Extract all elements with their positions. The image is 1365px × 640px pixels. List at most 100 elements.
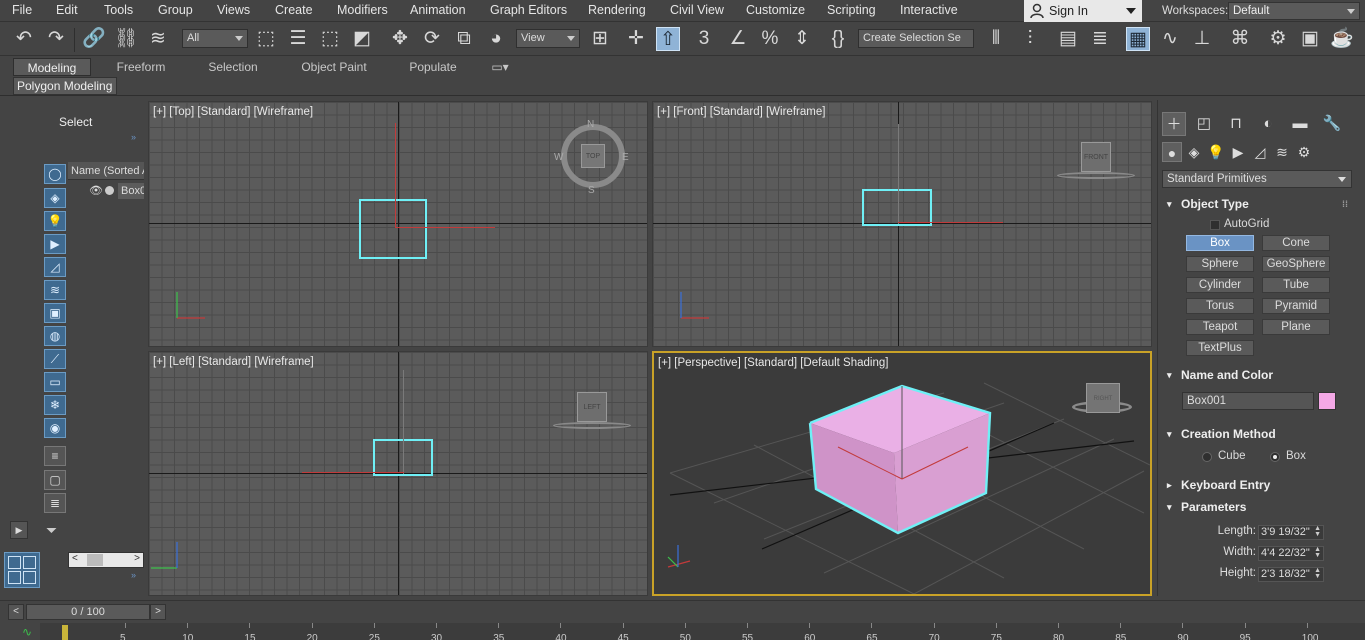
display-lights-icon[interactable]: 💡 [44, 211, 66, 231]
menu-rendering[interactable]: Rendering [588, 3, 646, 17]
rectangular-selection-icon[interactable]: ⬚ [318, 27, 342, 51]
viewport-perspective-label[interactable]: [+] [Perspective] [Standard] [Default Sh… [658, 357, 888, 369]
edit-named-selection-icon[interactable]: {} [826, 27, 850, 51]
parameters-rollout-header[interactable]: ▾ Parameters [1162, 498, 1352, 516]
move-icon[interactable]: ✥ [388, 27, 412, 51]
geosphere-button[interactable]: GeoSphere [1262, 256, 1330, 272]
spinner-arrows-icon[interactable]: ▲ ▼ [1314, 525, 1321, 538]
menu-graph-editors[interactable]: Graph Editors [490, 3, 567, 17]
textplus-button[interactable]: TextPlus [1186, 340, 1254, 356]
display-xrefs-icon[interactable]: ◍ [44, 326, 66, 346]
explorer-scrollbar[interactable]: < > [68, 552, 144, 568]
display-bones-icon[interactable]: ⟋ [44, 349, 66, 369]
undo-icon[interactable]: ↶ [12, 27, 36, 51]
torus-button[interactable]: Torus [1186, 298, 1254, 314]
display-containers-icon[interactable]: ▭ [44, 372, 66, 392]
viewport-perspective[interactable]: [+] [Perspective] [Standard] [Default Sh… [652, 351, 1152, 596]
menu-modifiers[interactable]: Modifiers [337, 3, 388, 17]
scene-explorer-icon[interactable]: ▤ [1056, 27, 1080, 51]
menu-tools[interactable]: Tools [104, 3, 133, 17]
display-cameras-icon[interactable]: ▶ [44, 234, 66, 254]
teapot-button[interactable]: Teapot [1186, 319, 1254, 335]
menu-edit[interactable]: Edit [56, 3, 78, 17]
create-selection-set-select[interactable]: Create Selection Se [858, 29, 974, 48]
mirror-icon[interactable]: ⫴ [984, 27, 1008, 51]
bind-space-warp-icon[interactable]: ≋ [146, 27, 170, 51]
motion-tab-icon[interactable]: ◐ [1256, 112, 1280, 136]
box-button[interactable]: Box [1186, 235, 1254, 251]
selection-filter-select[interactable]: All [182, 29, 248, 48]
height-spinner[interactable]: 2'3 18/32" ▲ ▼ [1258, 567, 1324, 582]
display-shapes-icon[interactable]: ◈ [44, 188, 66, 208]
render-setup-icon[interactable]: ⚙ [1266, 27, 1290, 51]
display-dependencies-icon[interactable]: ≣ [44, 493, 66, 513]
cube-radio[interactable] [1202, 452, 1212, 462]
next-frame-button[interactable]: > [150, 604, 166, 620]
display-space-warps-icon[interactable]: ≋ [44, 280, 66, 300]
play-icon[interactable]: ▶ [10, 521, 28, 539]
menu-animation[interactable]: Animation [410, 3, 466, 17]
menu-scripting[interactable]: Scripting [827, 3, 876, 17]
expand-icon[interactable]: » [131, 570, 136, 580]
viewcube-ring[interactable] [553, 422, 631, 429]
display-hidden-icon[interactable]: ◉ [44, 418, 66, 438]
viewcube-front[interactable]: FRONT [1081, 142, 1111, 172]
name-column-header[interactable]: Name (Sorted A [68, 162, 144, 180]
menu-create[interactable]: Create [275, 3, 313, 17]
creation-method-rollout-header[interactable]: ▾ Creation Method [1162, 425, 1352, 443]
reference-coordinate-select[interactable]: View [516, 29, 580, 48]
filter-icon[interactable]: ⏷ [46, 522, 57, 539]
expand-icon[interactable]: » [131, 132, 136, 142]
time-marker[interactable] [62, 625, 68, 640]
viewcube-compass[interactable]: TOP [561, 124, 625, 188]
menu-civil-view[interactable]: Civil View [670, 3, 724, 17]
link-icon[interactable]: 🔗 [82, 27, 106, 51]
viewport-top[interactable]: [+] [Top] [Standard] [Wireframe] TOP N S… [148, 101, 648, 347]
menu-views[interactable]: Views [217, 3, 250, 17]
schematic-view-icon[interactable]: ⌘ [1228, 27, 1252, 51]
polygon-modeling-panel[interactable]: Polygon Modeling [13, 77, 117, 95]
select-by-name-icon[interactable]: ☰ [286, 27, 310, 51]
plane-button[interactable]: Plane [1262, 319, 1330, 335]
pivot-center-icon[interactable]: ⊞ [588, 27, 612, 51]
time-slider[interactable]: 0 / 100 [26, 604, 150, 620]
menu-customize[interactable]: Customize [746, 3, 805, 17]
space-warps-icon[interactable]: ≋ [1272, 142, 1292, 162]
unlink-icon[interactable]: ⛓ [114, 27, 138, 51]
keyboard-entry-rollout-header[interactable]: ▸ Keyboard Entry [1162, 476, 1352, 494]
spinner-arrows-icon[interactable]: ▲ ▼ [1314, 567, 1321, 580]
keyboard-shortcut-override-icon[interactable]: ⇧ [656, 27, 680, 51]
autogrid-checkbox[interactable] [1210, 220, 1220, 230]
window-crossing-icon[interactable]: ◩ [350, 27, 374, 51]
menu-group[interactable]: Group [158, 3, 193, 17]
viewport-left[interactable]: [+] [Left] [Standard] [Wireframe] LEFT [148, 351, 648, 596]
spinner-snap-icon[interactable]: ⇕ [790, 27, 814, 51]
toggle-ribbon-icon[interactable]: ▦ [1126, 27, 1150, 51]
primitive-category-select[interactable]: Standard Primitives [1162, 170, 1352, 188]
dope-sheet-icon[interactable]: ⊥ [1190, 27, 1214, 51]
workspace-select[interactable]: Default [1228, 2, 1360, 20]
layer-explorer-icon[interactable]: ≣ [1088, 27, 1112, 51]
ribbon-tab-object-paint[interactable]: Object Paint [294, 58, 374, 76]
utilities-tab-icon[interactable]: 🔧 [1320, 112, 1344, 136]
menu-file[interactable]: File [12, 3, 32, 17]
display-helpers-icon[interactable]: ◿ [44, 257, 66, 277]
pyramid-button[interactable]: Pyramid [1262, 298, 1330, 314]
helpers-icon[interactable]: ◿ [1250, 142, 1270, 162]
scale-icon[interactable]: ⧉ [452, 27, 476, 51]
modify-tab-icon[interactable]: ◰ [1192, 112, 1216, 136]
viewcube-perspective[interactable]: RIGHT [1086, 383, 1120, 413]
cameras-icon[interactable]: ▶ [1228, 142, 1248, 162]
viewcube-ring[interactable] [1057, 172, 1135, 179]
viewport-front[interactable]: [+] [Front] [Standard] [Wireframe] FRONT [652, 101, 1152, 347]
create-tab-icon[interactable]: ＋ [1162, 112, 1186, 136]
ribbon-tab-freeform[interactable]: Freeform [104, 58, 178, 76]
viewport-layout-icon[interactable] [4, 552, 40, 588]
previous-frame-button[interactable]: < [8, 604, 24, 620]
name-color-rollout-header[interactable]: ▾ Name and Color [1162, 366, 1352, 384]
ribbon-tab-modeling[interactable]: Modeling [13, 58, 91, 76]
cylinder-button[interactable]: Cylinder [1186, 277, 1254, 293]
viewport-front-label[interactable]: [+] [Front] [Standard] [Wireframe] [657, 106, 825, 118]
angle-snap-icon[interactable]: ∠ [726, 27, 750, 51]
viewport-top-label[interactable]: [+] [Top] [Standard] [Wireframe] [153, 106, 313, 118]
